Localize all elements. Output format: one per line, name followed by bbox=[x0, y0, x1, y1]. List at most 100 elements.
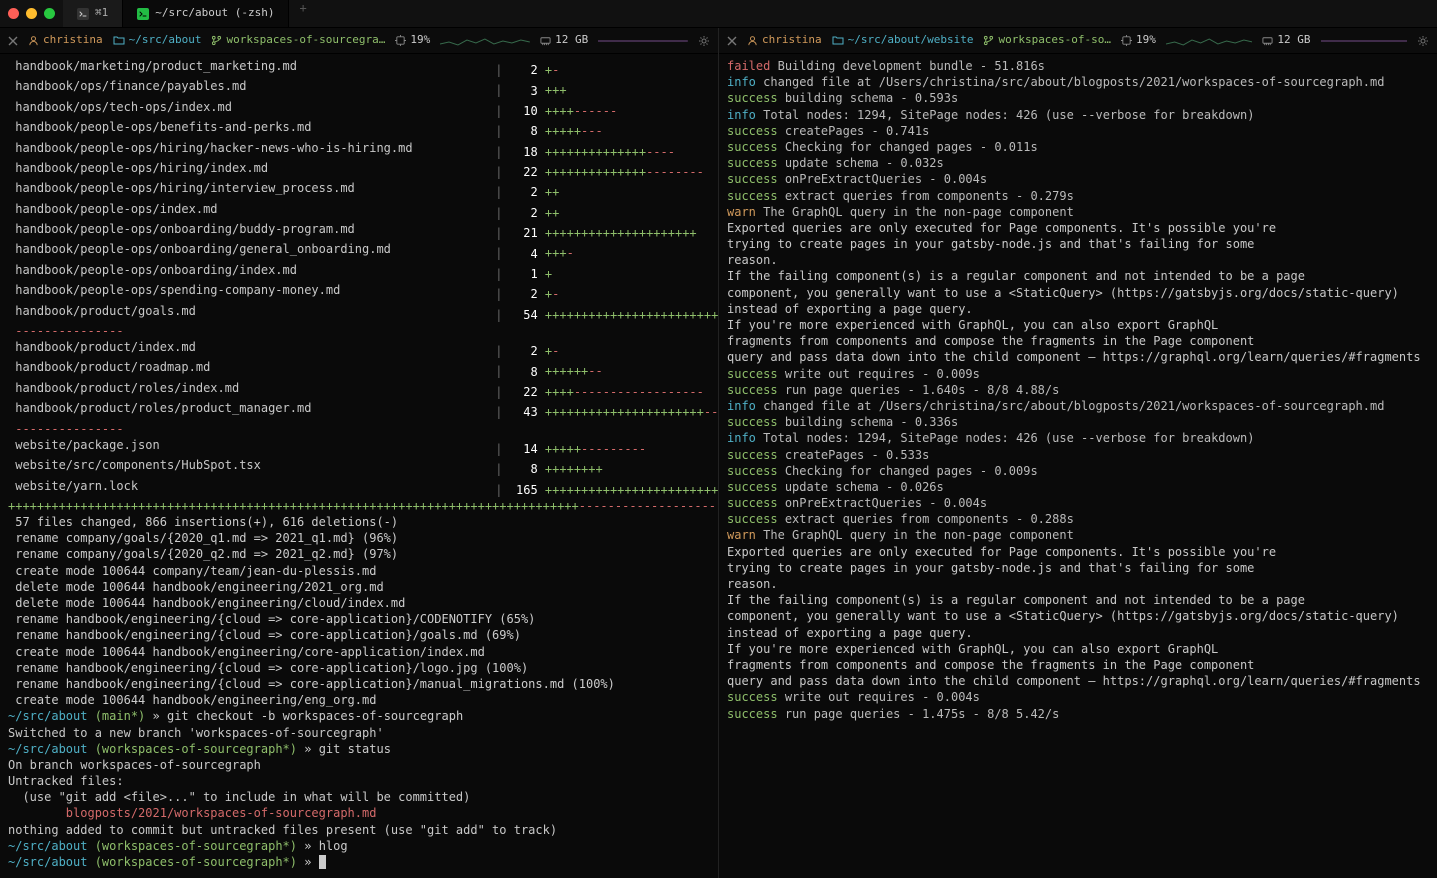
status-cpu: 19% bbox=[1121, 33, 1156, 48]
log-line: reason. bbox=[727, 576, 1429, 592]
diff-row: handbook/marketing/product_marketing.md … bbox=[8, 58, 710, 78]
log-line: If the failing component(s) is a regular… bbox=[727, 592, 1429, 608]
log-line: trying to create pages in your gatsby-no… bbox=[727, 560, 1429, 576]
status-branch[interactable]: workspaces-of-so… bbox=[983, 33, 1111, 48]
diff-row: handbook/ops/tech-ops/index.md | 10 ++++… bbox=[8, 99, 710, 119]
left-status-bar: christina ~/src/about workspaces-of-sour… bbox=[0, 28, 718, 54]
diff-row: handbook/people-ops/onboarding/buddy-pro… bbox=[8, 221, 710, 241]
terminal-line: ~/src/about (workspaces-of-sourcegraph*)… bbox=[8, 854, 710, 870]
status-user-label: christina bbox=[762, 33, 822, 48]
terminal-line: ~/src/about (main*) » git checkout -b wo… bbox=[8, 708, 710, 724]
log-line: info Total nodes: 1294, SitePage nodes: … bbox=[727, 430, 1429, 446]
left-terminal[interactable]: handbook/marketing/product_marketing.md … bbox=[0, 54, 718, 878]
terminal-line: ~/src/about (workspaces-of-sourcegraph*)… bbox=[8, 741, 710, 757]
log-line: success write out requires - 0.004s bbox=[727, 689, 1429, 705]
summary-line: create mode 100644 handbook/engineering/… bbox=[8, 644, 710, 660]
status-path-label: ~/src/about/website bbox=[848, 33, 974, 48]
log-line: success createPages - 0.741s bbox=[727, 123, 1429, 139]
right-terminal[interactable]: failed Building development bundle - 51.… bbox=[719, 54, 1437, 878]
diff-row: handbook/people-ops/onboarding/index.md … bbox=[8, 262, 710, 282]
status-mem: 12 GB bbox=[540, 33, 588, 48]
log-line: If the failing component(s) is a regular… bbox=[727, 268, 1429, 284]
status-cpu-label: 19% bbox=[1136, 33, 1156, 48]
status-path[interactable]: ~/src/about bbox=[113, 33, 202, 48]
summary-line: create mode 100644 handbook/engineering/… bbox=[8, 692, 710, 708]
diff-row: handbook/people-ops/index.md | 2 ++ bbox=[8, 201, 710, 221]
log-line: component, you generally want to use a <… bbox=[727, 285, 1429, 301]
mem-sparkline-icon bbox=[598, 34, 688, 48]
add-tab-button[interactable]: + bbox=[289, 0, 316, 27]
log-line: fragments from components and compose th… bbox=[727, 333, 1429, 349]
minimize-window-icon[interactable] bbox=[26, 8, 37, 19]
log-line: success Checking for changed pages - 0.0… bbox=[727, 139, 1429, 155]
log-line: warn The GraphQL query in the non-page c… bbox=[727, 204, 1429, 220]
terminal-line: Switched to a new branch 'workspaces-of-… bbox=[8, 725, 710, 741]
terminal-icon bbox=[137, 8, 149, 20]
log-line: success update schema - 0.032s bbox=[727, 155, 1429, 171]
diff-row: handbook/people-ops/hiring/interview_pro… bbox=[8, 180, 710, 200]
diff-bar: ++++++++++++++++++++++++++++++++++++++++… bbox=[8, 498, 710, 514]
log-line: warn The GraphQL query in the non-page c… bbox=[727, 527, 1429, 543]
status-branch[interactable]: workspaces-of-sourcegra… bbox=[211, 33, 385, 48]
diff-row: handbook/product/roadmap.md | 8 ++++++-- bbox=[8, 359, 710, 379]
status-branch-label: workspaces-of-sourcegra… bbox=[226, 33, 385, 48]
summary-line: rename handbook/engineering/{cloud => co… bbox=[8, 627, 710, 643]
diff-row: website/src/components/HubSpot.tsx | 8 +… bbox=[8, 457, 710, 477]
log-line: success createPages - 0.533s bbox=[727, 447, 1429, 463]
log-line: success building schema - 0.593s bbox=[727, 90, 1429, 106]
log-line: info changed file at /Users/christina/sr… bbox=[727, 74, 1429, 90]
log-line: fragments from components and compose th… bbox=[727, 657, 1429, 673]
log-line: success extract queries from components … bbox=[727, 188, 1429, 204]
terminal-icon bbox=[77, 8, 89, 20]
log-line: If you're more experienced with GraphQL,… bbox=[727, 641, 1429, 657]
log-line: component, you generally want to use a <… bbox=[727, 608, 1429, 624]
log-line: success extract queries from components … bbox=[727, 511, 1429, 527]
close-pane-icon[interactable] bbox=[8, 36, 18, 46]
log-line: instead of exporting a page query. bbox=[727, 625, 1429, 641]
terminal-line: (use "git add <file>..." to include in w… bbox=[8, 789, 710, 805]
summary-line: delete mode 100644 handbook/engineering/… bbox=[8, 595, 710, 611]
log-line: success onPreExtractQueries - 0.004s bbox=[727, 171, 1429, 187]
log-line: success run page queries - 1.475s - 8/8 … bbox=[727, 706, 1429, 722]
cpu-sparkline-icon bbox=[1166, 34, 1252, 48]
window-tab-label: ~/src/about (-zsh) bbox=[155, 6, 274, 21]
diff-row: handbook/product/roles/product_manager.m… bbox=[8, 400, 710, 420]
diff-row: handbook/people-ops/hiring/index.md | 22… bbox=[8, 160, 710, 180]
diff-row: handbook/product/goals.md | 54 +++++++++… bbox=[8, 303, 710, 323]
diff-row: handbook/product/index.md | 2 +- bbox=[8, 339, 710, 359]
cursor-icon bbox=[319, 855, 326, 869]
log-line: success update schema - 0.026s bbox=[727, 479, 1429, 495]
window-tab-1[interactable]: ⌘1 bbox=[63, 0, 123, 27]
status-path[interactable]: ~/src/about/website bbox=[832, 33, 974, 48]
close-window-icon[interactable] bbox=[8, 8, 19, 19]
diff-row: handbook/people-ops/spending-company-mon… bbox=[8, 282, 710, 302]
diff-row: handbook/product/roles/index.md | 22 +++… bbox=[8, 380, 710, 400]
log-line: failed Building development bundle - 51.… bbox=[727, 58, 1429, 74]
status-user: christina bbox=[28, 33, 103, 48]
diff-row: handbook/people-ops/benefits-and-perks.m… bbox=[8, 119, 710, 139]
zoom-window-icon[interactable] bbox=[44, 8, 55, 19]
window-tab-2[interactable]: ~/src/about (-zsh) bbox=[123, 0, 289, 27]
mem-sparkline-icon bbox=[1321, 34, 1407, 48]
right-status-bar: christina ~/src/about/website workspaces… bbox=[719, 28, 1437, 54]
summary-line: rename company/goals/{2020_q1.md => 2021… bbox=[8, 530, 710, 546]
window-controls bbox=[8, 8, 55, 19]
window-tabs: ⌘1 ~/src/about (-zsh) + bbox=[63, 0, 317, 27]
settings-icon[interactable] bbox=[698, 35, 710, 47]
log-line: Exported queries are only executed for P… bbox=[727, 544, 1429, 560]
close-pane-icon[interactable] bbox=[727, 36, 737, 46]
log-line: instead of exporting a page query. bbox=[727, 301, 1429, 317]
log-line: success run page queries - 1.640s - 8/8 … bbox=[727, 382, 1429, 398]
status-path-label: ~/src/about bbox=[129, 33, 202, 48]
terminal-line: On branch workspaces-of-sourcegraph bbox=[8, 757, 710, 773]
diff-row: website/yarn.lock | 165 ++++++++++++++++… bbox=[8, 478, 710, 498]
summary-line: rename company/goals/{2020_q2.md => 2021… bbox=[8, 546, 710, 562]
settings-icon[interactable] bbox=[1417, 35, 1429, 47]
terminal-line: nothing added to commit but untracked fi… bbox=[8, 822, 710, 838]
diff-separator: --------------- bbox=[8, 421, 710, 437]
log-line: query and pass data down into the child … bbox=[727, 349, 1429, 365]
status-branch-label: workspaces-of-so… bbox=[998, 33, 1111, 48]
status-cpu: 19% bbox=[395, 33, 430, 48]
terminal-line: blogposts/2021/workspaces-of-sourcegraph… bbox=[8, 805, 710, 821]
terminal-line: Untracked files: bbox=[8, 773, 710, 789]
